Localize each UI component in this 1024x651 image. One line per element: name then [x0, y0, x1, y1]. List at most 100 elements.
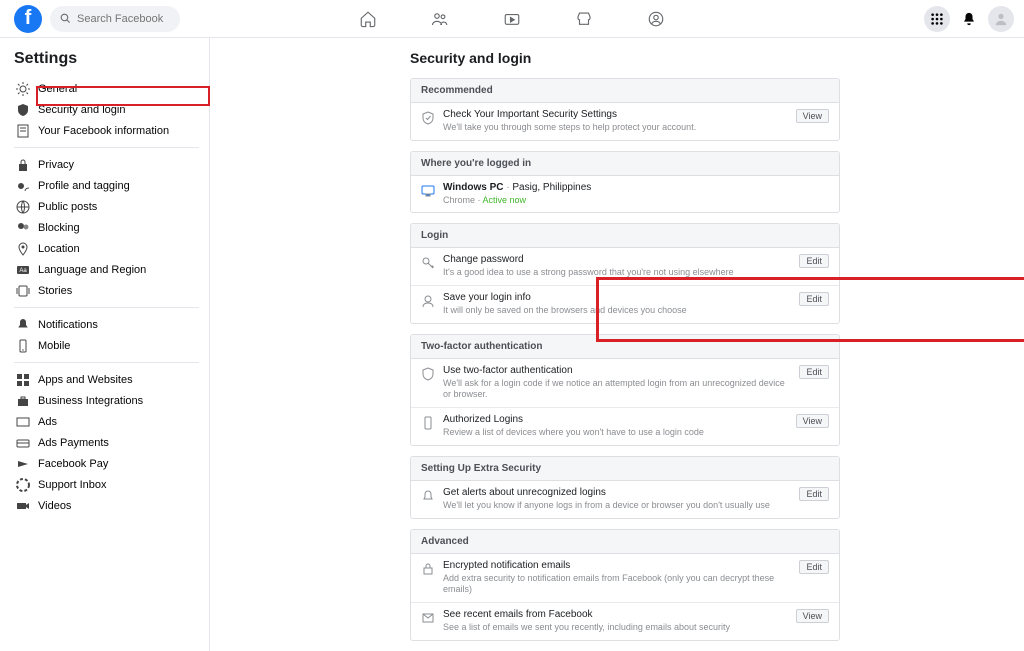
pay-icon — [16, 457, 30, 471]
phone-icon — [16, 339, 30, 353]
sidebar-item-language-and-region[interactable]: Aa Language and Region — [14, 259, 199, 280]
sidebar-item-label: Stories — [38, 285, 72, 297]
sidebar-item-notifications[interactable]: Notifications — [14, 314, 199, 335]
row-sub: We'll take you through some steps to hel… — [443, 122, 788, 134]
view-button[interactable]: View — [796, 109, 829, 123]
setting-row[interactable]: Use two-factor authenticationWe'll ask f… — [411, 359, 839, 408]
sidebar-item-label: General — [38, 83, 77, 95]
row-title: Save your login info — [443, 292, 791, 303]
sidebar-separator — [14, 307, 199, 308]
sidebar-item-security-and-login[interactable]: Security and login — [14, 99, 199, 120]
sidebar-item-location[interactable]: Location — [14, 238, 199, 259]
sidebar-item-ads[interactable]: Ads — [14, 411, 199, 432]
sidebar-item-your-facebook-information[interactable]: Your Facebook information — [14, 120, 199, 141]
sidebar-item-videos[interactable]: Videos — [14, 495, 199, 516]
sidebar-item-apps-and-websites[interactable]: Apps and Websites — [14, 369, 199, 390]
sidebar-item-mobile[interactable]: Mobile — [14, 335, 199, 356]
row-body: Change password It's a good idea to use a… — [443, 254, 791, 279]
row-body: Check Your Important Security SettingsWe… — [443, 109, 788, 134]
notifications-icon[interactable] — [956, 6, 982, 32]
monitor-icon — [421, 184, 435, 198]
row-body: Authorized LoginsReview a list of device… — [443, 414, 788, 439]
sidebar-item-privacy[interactable]: Privacy — [14, 154, 199, 175]
setting-row[interactable]: Change password It's a good idea to use a… — [411, 248, 839, 286]
edit-button[interactable]: Edit — [799, 487, 829, 501]
view-button[interactable]: View — [796, 414, 829, 428]
edit-button[interactable]: Edit — [799, 365, 829, 379]
gear-icon — [16, 82, 30, 96]
edit-button[interactable]: Edit — [799, 254, 829, 268]
sidebar-item-label: Mobile — [38, 340, 70, 352]
row-sub: It's a good idea to use a strong passwor… — [443, 267, 791, 279]
setting-row[interactable]: Get alerts about unrecognized loginsWe'l… — [411, 481, 839, 518]
row-title: Use two-factor authentication — [443, 365, 791, 376]
support-icon — [16, 478, 30, 492]
sidebar-item-support-inbox[interactable]: Support Inbox — [14, 474, 199, 495]
sidebar: Settings GeneralSecurity and loginYour F… — [0, 38, 210, 651]
row-sub: Add extra security to notification email… — [443, 573, 791, 596]
row-body: Save your login info It will only be save… — [443, 292, 791, 317]
setting-row[interactable]: See recent emails from FacebookSee a lis… — [411, 603, 839, 640]
sidebar-item-general[interactable]: General — [14, 78, 199, 99]
sidebar-item-label: Your Facebook information — [38, 125, 169, 137]
row-title: Authorized Logins — [443, 414, 788, 425]
sidebar-separator — [14, 362, 199, 363]
friends-icon[interactable] — [431, 10, 449, 28]
sidebar-item-stories[interactable]: Stories — [14, 280, 199, 301]
setting-row[interactable]: Windows PC · Pasig, PhilippinesChrome · … — [411, 176, 839, 213]
watch-icon[interactable] — [503, 10, 521, 28]
logo[interactable]: f — [14, 5, 42, 33]
sidebar-item-business-integrations[interactable]: Business Integrations — [14, 390, 199, 411]
row-sub: It will only be saved on the browsers an… — [443, 305, 791, 317]
row-body: Get alerts about unrecognized loginsWe'l… — [443, 487, 791, 512]
setting-row[interactable]: Save your login info It will only be save… — [411, 286, 839, 323]
sidebar-item-blocking[interactable]: Blocking — [14, 217, 199, 238]
sidebar-item-facebook-pay[interactable]: Facebook Pay — [14, 453, 199, 474]
sidebar-item-label: Privacy — [38, 159, 74, 171]
sidebar-item-label: Business Integrations — [38, 395, 143, 407]
sidebar-item-public-posts[interactable]: Public posts — [14, 196, 199, 217]
section-header: Recommended — [411, 79, 839, 103]
lang-icon: Aa — [16, 263, 30, 277]
menu-icon[interactable] — [924, 6, 950, 32]
briefcase-icon — [16, 394, 30, 408]
pin-icon — [16, 242, 30, 256]
edit-button[interactable]: Edit — [799, 292, 829, 306]
setting-row[interactable]: Authorized LoginsReview a list of device… — [411, 408, 839, 445]
sidebar-item-label: Notifications — [38, 319, 98, 331]
sidebar-item-label: Apps and Websites — [38, 374, 133, 386]
row-sub: Chrome · Active now — [443, 195, 829, 207]
home-icon[interactable] — [359, 10, 377, 28]
account-icon[interactable] — [988, 6, 1014, 32]
section-advanced: AdvancedEncrypted notification emailsAdd… — [410, 529, 840, 641]
sidebar-item-profile-and-tagging[interactable]: Profile and tagging — [14, 175, 199, 196]
right-icons — [924, 6, 1014, 32]
groups-icon[interactable] — [647, 10, 665, 28]
section-recommended: Recommended Check Your Important Security… — [410, 78, 840, 141]
sidebar-item-label: Location — [38, 243, 80, 255]
setting-row[interactable]: Encrypted notification emails Add extra s… — [411, 554, 839, 603]
view-button[interactable]: View — [796, 609, 829, 623]
marketplace-icon[interactable] — [575, 10, 593, 28]
sidebar-item-label: Videos — [38, 500, 71, 512]
apps-icon — [16, 373, 30, 387]
setting-row[interactable]: Check Your Important Security SettingsWe… — [411, 103, 839, 140]
edit-button[interactable]: Edit — [799, 560, 829, 574]
row-body: Encrypted notification emails Add extra s… — [443, 560, 791, 596]
lock-icon — [16, 158, 30, 172]
search-input-wrap[interactable] — [50, 6, 180, 32]
search-input[interactable] — [77, 13, 167, 25]
shield-icon — [16, 103, 30, 117]
sidebar-item-label: Support Inbox — [38, 479, 107, 491]
page-icon — [16, 124, 30, 138]
search-icon — [60, 13, 71, 24]
row-sub: See a list of emails we sent you recentl… — [443, 622, 788, 634]
section-where-you-re-logged-in: Where you're logged inWindows PC · Pasig… — [410, 151, 840, 214]
sidebar-item-label: Language and Region — [38, 264, 146, 276]
row-title: Change password — [443, 254, 791, 265]
row-title: Encrypted notification emails — [443, 560, 791, 571]
stories-icon — [16, 284, 30, 298]
sidebar-item-ads-payments[interactable]: Ads Payments — [14, 432, 199, 453]
row-body: Use two-factor authenticationWe'll ask f… — [443, 365, 791, 401]
row-title: Get alerts about unrecognized logins — [443, 487, 791, 498]
